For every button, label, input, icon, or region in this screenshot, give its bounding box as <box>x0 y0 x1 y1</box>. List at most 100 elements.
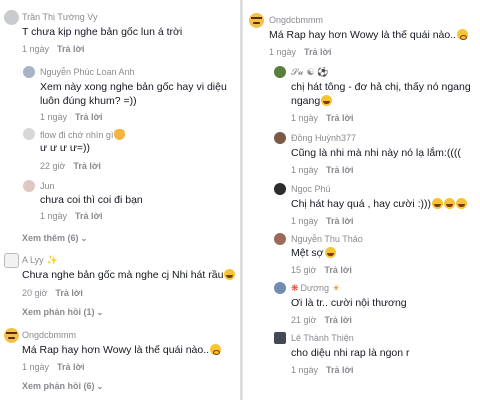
comment-text: Xem này xong nghe bản gốc hay vi diệu <box>40 81 227 93</box>
comment-meta: 1 ngày Trả lời <box>22 362 84 372</box>
sparkle-icon: ❋ <box>291 283 299 293</box>
laughing-emoji-icon <box>324 247 336 258</box>
reply-button[interactable]: Trả lời <box>57 44 84 54</box>
avatar[interactable] <box>274 66 286 78</box>
comment-text: Má Rap hay hơn Wowy là thế quái nào.. <box>269 28 469 43</box>
comment-time: 1 ngày <box>291 216 319 226</box>
reply-button[interactable]: Trả lời <box>75 211 102 221</box>
avatar[interactable] <box>274 282 286 294</box>
comment-time: 1 ngày <box>291 113 319 123</box>
worried-emoji-icon <box>457 29 469 40</box>
comment-text: Cũng là nhi mà nhi này nó lạ lắm:(((( <box>291 147 461 159</box>
avatar[interactable] <box>4 328 19 343</box>
comment-text: Ơi là tr.. cười nội thương <box>291 297 407 309</box>
reply-button[interactable]: Trả lời <box>326 216 353 226</box>
comment-text: chị hát tông - đơ hả chị, thấy nó ngang <box>291 81 471 93</box>
reply-button[interactable]: Trả lời <box>304 47 331 57</box>
reply-button[interactable]: Trả lời <box>324 315 351 325</box>
view-more-button[interactable]: Xem thêm (6) ⌄ <box>22 233 87 243</box>
comment-text: ư ư ư ư=)) <box>40 142 90 154</box>
comment-meta: 22 giờ Trả lời <box>40 161 101 171</box>
comment-text-content: ngang <box>291 95 321 107</box>
comment-username[interactable]: ❋ Dương ☀ <box>291 283 340 294</box>
comment-username[interactable]: flow đi chớ nhìn gì <box>40 129 126 140</box>
comment-text: T chưa kịp nghe bản gốc lun á trời <box>22 26 183 38</box>
chevron-down-icon: ⌄ <box>96 382 104 391</box>
avatar[interactable] <box>274 332 286 344</box>
reply-button[interactable]: Trả lời <box>75 112 102 122</box>
comment-time: 1 ngày <box>291 165 319 175</box>
comment-time: 21 giờ <box>291 315 317 325</box>
comment-meta: 1 ngày Trả lời <box>40 211 102 221</box>
chevron-down-icon: ⌄ <box>96 308 104 317</box>
comment-time: 1 ngày <box>22 44 50 54</box>
comment-text-content: Má Rap hay hơn Wowy là thế quái nào.. <box>269 29 457 41</box>
comment-time: 1 ngày <box>269 47 297 57</box>
view-replies-label: Xem phản hồi (6) <box>22 381 95 391</box>
rainbow-icon: ☀ <box>331 283 341 293</box>
avatar[interactable] <box>4 10 19 25</box>
reply-button[interactable]: Trả lời <box>73 161 100 171</box>
comment-username[interactable]: Ongdcbmmm <box>22 330 76 340</box>
reply-button[interactable]: Trả lời <box>326 113 353 123</box>
sparkle-icon: ✨ <box>46 255 58 265</box>
comment-time: 1 ngày <box>40 112 68 122</box>
comment-time: 1 ngày <box>40 211 68 221</box>
avatar[interactable] <box>249 13 264 28</box>
view-replies-button[interactable]: Xem phản hồi (1) ⌄ <box>22 307 103 317</box>
comment-meta: 1 ngày Trả lời <box>291 165 353 175</box>
avatar[interactable] <box>274 233 286 245</box>
comment-text-content: Mệt sợ <box>291 247 324 259</box>
comment-username[interactable]: Đồng Huỳnh377 <box>291 133 356 143</box>
avatar[interactable] <box>4 253 19 268</box>
comment-username[interactable]: A Lyy ✨ <box>22 255 58 266</box>
reply-button[interactable]: Trả lời <box>326 365 353 375</box>
avatar[interactable] <box>274 132 286 144</box>
comment-username[interactable]: Nguyễn Phúc Loan Anh <box>40 67 135 77</box>
comment-text: Chưa nghe bản gốc mà nghe cj Nhi hát rầu <box>22 268 236 283</box>
right-comments-panel: Ongdcbmmm Má Rap hay hơn Wowy là thế quá… <box>242 0 480 400</box>
comment-time: 20 giờ <box>22 288 48 298</box>
comment-time: 15 giờ <box>291 265 317 275</box>
comment-text-content: Chưa nghe bản gốc mà nghe cj Nhi hát rầu <box>22 269 224 281</box>
reply-button[interactable]: Trả lời <box>324 265 351 275</box>
cat-emoji-icon <box>114 129 126 140</box>
comment-text: luôn đúng khum? =)) <box>40 95 137 107</box>
comment-text: cho diệu nhi rap là ngon r <box>291 347 410 359</box>
comment-text: Má Rap hay hơn Wowy là thế quái nào.. <box>22 343 222 358</box>
username-text: Dương <box>300 283 329 293</box>
reply-button[interactable]: Trả lời <box>55 288 82 298</box>
reply-button[interactable]: Trả lời <box>326 165 353 175</box>
comment-text: ngang <box>291 94 333 109</box>
avatar[interactable] <box>23 66 35 78</box>
comment-username[interactable]: Jun <box>40 181 55 191</box>
username-text: 𝓢𝓾 <box>291 67 304 77</box>
comment-meta: 1 ngày Trả lời <box>22 44 84 54</box>
comment-meta: 1 ngày Trả lời <box>291 216 353 226</box>
comment-time: 1 ngày <box>291 365 319 375</box>
comment-meta: 1 ngày Trả lời <box>269 47 331 57</box>
comment-text-content: Chị hát hay quá , hay cười :))) <box>291 198 431 210</box>
laughing-emoji-icon <box>224 269 236 280</box>
comment-username[interactable]: Trần Thị Tường Vy <box>22 12 97 22</box>
comment-username[interactable]: Nguyễn Thu Thảo <box>291 234 363 244</box>
avatar[interactable] <box>23 128 35 140</box>
laughing-emoji-icon <box>321 95 333 106</box>
comment-username[interactable]: Lê Thành Thiện <box>291 333 354 343</box>
avatar[interactable] <box>23 180 35 192</box>
laughing-emoji-icon <box>431 198 443 209</box>
left-comments-panel: Trần Thị Tường Vy T chưa kịp nghe bản gố… <box>0 0 240 400</box>
comment-username[interactable]: Ongdcbmmm <box>269 15 323 25</box>
comment-text: Chị hát hay quá , hay cười :))) <box>291 197 467 212</box>
chevron-down-icon: ⌄ <box>80 234 88 243</box>
reply-button[interactable]: Trả lời <box>57 362 84 372</box>
avatar[interactable] <box>274 183 286 195</box>
view-replies-button[interactable]: Xem phản hồi (6) ⌄ <box>22 381 103 391</box>
comment-meta: 15 giờ Trả lời <box>291 265 352 275</box>
comment-meta: 1 ngày Trả lời <box>291 113 353 123</box>
comment-time: 22 giờ <box>40 161 66 171</box>
view-replies-label: Xem phản hồi (1) <box>22 307 95 317</box>
laughing-emoji-icon <box>443 198 455 209</box>
comment-username[interactable]: Ngọc Phú <box>291 184 331 194</box>
comment-username[interactable]: 𝓢𝓾 ☯ ⚽ <box>291 67 328 78</box>
